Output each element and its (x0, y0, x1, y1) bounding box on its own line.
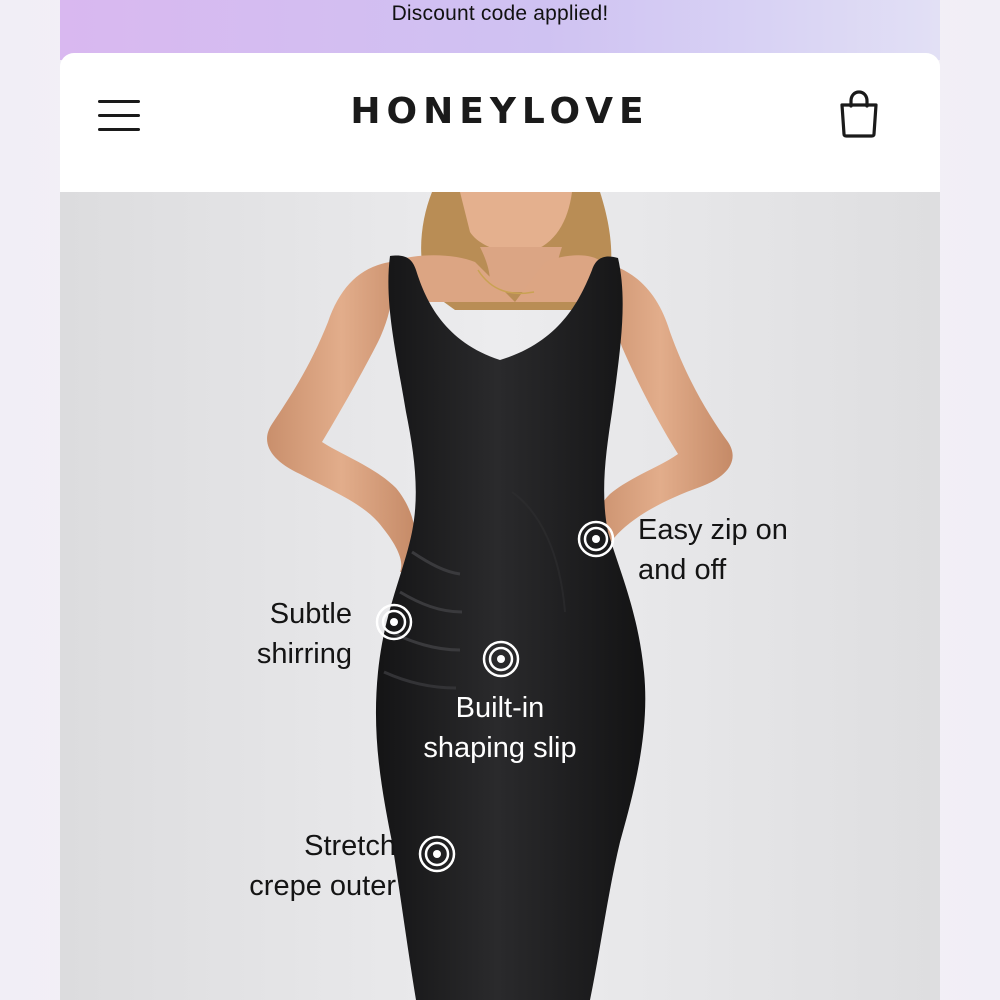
promo-banner: Discount code applied! (60, 0, 940, 60)
feature-label-line: Built-in (455, 692, 545, 724)
site-header: HONEYLOVE (60, 53, 940, 193)
promo-text: Discount code applied! (391, 2, 609, 25)
feature-label-line: shaping slip (423, 732, 577, 764)
brand-logo[interactable]: HONEYLOVE (60, 91, 940, 132)
feature-label-line: Easy zip on (638, 514, 788, 546)
feature-label-line: Stretch (304, 830, 396, 862)
feature-label-slip: Built-in shaping slip (390, 688, 610, 768)
cart-button[interactable] (836, 89, 882, 139)
feature-label-zip: Easy zip on and off (638, 510, 788, 590)
target-dot-icon (418, 835, 456, 873)
feature-label-line: shirring (256, 638, 352, 670)
feature-label-line: crepe outer (249, 870, 396, 902)
feature-label-line: Subtle (269, 598, 352, 630)
shopping-bag-icon (840, 90, 878, 138)
feature-label-shirring: Subtle shirring (220, 594, 352, 674)
product-model-image (60, 192, 940, 1000)
target-dot-icon (375, 603, 413, 641)
target-dot-icon (482, 640, 520, 678)
hotspot-shirring[interactable] (374, 602, 414, 642)
app-frame: Discount code applied! HONEYLOVE Easy zi… (0, 0, 1000, 1000)
hotspot-zip[interactable] (576, 519, 616, 559)
hotspot-slip[interactable] (481, 639, 521, 679)
feature-label-crepe: Stretch crepe outer (210, 826, 396, 906)
product-hero: Easy zip on and off Subtle shirring Buil… (60, 192, 940, 1000)
feature-label-line: and off (638, 554, 727, 586)
target-dot-icon (577, 520, 615, 558)
hotspot-crepe[interactable] (417, 834, 457, 874)
